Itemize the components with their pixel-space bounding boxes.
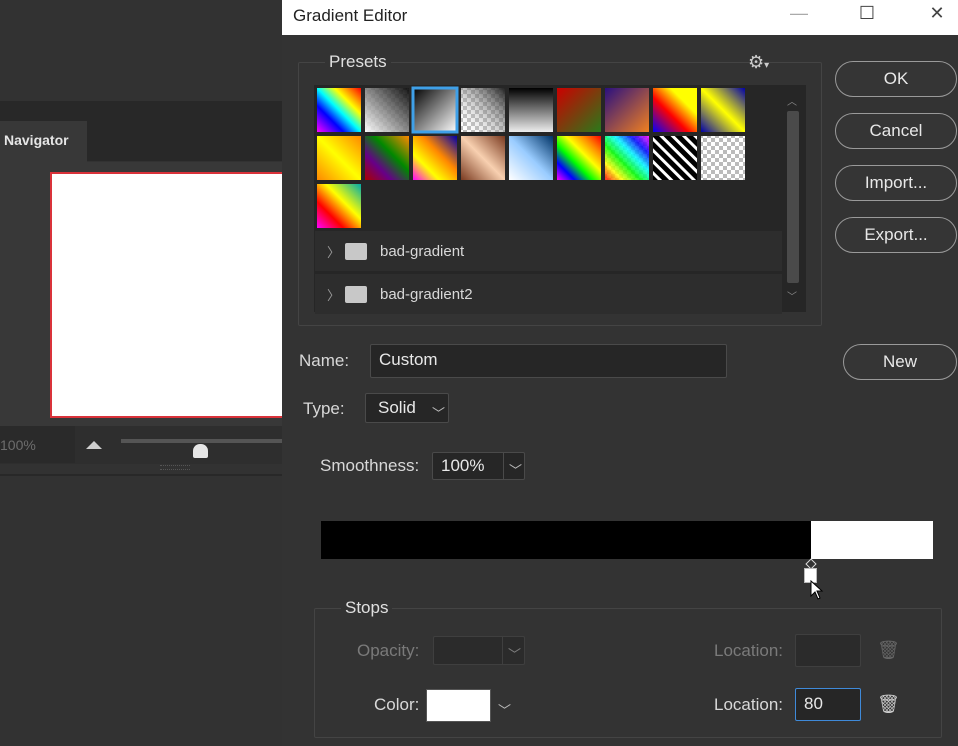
opacity-input[interactable]: ﹀: [433, 636, 525, 665]
folder-icon: [345, 286, 367, 303]
chevron-down-icon[interactable]: ﹀: [498, 700, 511, 719]
preset-swatch[interactable]: [653, 136, 697, 180]
folder-icon: [345, 243, 367, 260]
smoothness-value: 100%: [441, 456, 485, 475]
navigator-tab[interactable]: Navigator: [0, 121, 87, 162]
smoothness-input[interactable]: 100% ﹀: [432, 452, 525, 480]
chevron-right-icon[interactable]: 〉: [327, 242, 340, 261]
opacity-label: Opacity:: [357, 641, 420, 660]
type-value: Solid: [378, 398, 416, 417]
maximize-button[interactable]: ☐: [844, 0, 890, 30]
cursor-icon: [810, 580, 824, 600]
preset-folder[interactable]: 〉 bad-gradient2: [315, 274, 782, 314]
background-app: Navigator 100%: [0, 0, 290, 746]
chevron-down-icon: ﹀: [432, 406, 446, 421]
color-swatch[interactable]: [426, 689, 491, 722]
gradient-color-segment: [321, 521, 811, 559]
preset-swatch[interactable]: [461, 136, 505, 180]
preset-swatch[interactable]: [605, 88, 649, 132]
zoom-out-icon[interactable]: [86, 441, 102, 449]
dialog-title: Gradient Editor: [293, 6, 408, 25]
preset-swatch[interactable]: [365, 136, 409, 180]
zoom-slider-handle[interactable]: [193, 444, 208, 458]
export-button[interactable]: Export...: [835, 217, 957, 253]
name-label: Name:: [299, 351, 350, 370]
preset-swatch[interactable]: [701, 136, 745, 180]
preset-swatch[interactable]: [317, 88, 361, 132]
preset-swatch[interactable]: [557, 88, 601, 132]
close-button[interactable]: ✕: [914, 0, 958, 30]
chevron-down-icon[interactable]: ﹀: [509, 460, 522, 479]
color-label: Color:: [374, 695, 420, 714]
preset-swatch-selected[interactable]: [411, 86, 459, 134]
minimize-button[interactable]: —: [776, 0, 822, 30]
divider: [0, 474, 282, 476]
type-label: Type:: [303, 399, 345, 418]
preset-swatch[interactable]: [509, 136, 553, 180]
name-input[interactable]: Custom: [370, 344, 727, 378]
folder-name: bad-gradient2: [380, 286, 473, 303]
title-bar: Gradient Editor — ☐ ✕: [282, 0, 958, 35]
folder-name: bad-gradient: [380, 243, 465, 260]
type-select[interactable]: Solid ﹀: [365, 393, 449, 423]
gear-icon[interactable]: ⚙▾: [748, 52, 769, 73]
trash-icon[interactable]: 🗑: [877, 694, 900, 715]
preset-swatch[interactable]: [365, 88, 409, 132]
presets-scrollbar[interactable]: ︿ ﹀: [784, 93, 802, 303]
smoothness-label: Smoothness:: [320, 456, 420, 475]
color-location-label: Location:: [714, 695, 783, 714]
chevron-right-icon[interactable]: 〉: [327, 285, 340, 304]
ok-button[interactable]: OK: [835, 61, 957, 97]
preset-swatch[interactable]: [317, 136, 361, 180]
opacity-location-label: Location:: [714, 641, 783, 660]
color-location-input[interactable]: 80: [795, 688, 861, 721]
preset-folder[interactable]: 〉 bad-gradient: [315, 231, 782, 271]
chevron-down-icon[interactable]: ﹀: [508, 644, 521, 663]
preset-swatch[interactable]: [413, 136, 457, 180]
preset-swatch[interactable]: [509, 88, 553, 132]
panel-separator: [0, 101, 282, 121]
stops-label: Stops: [341, 598, 393, 618]
gradient-preview[interactable]: [321, 521, 933, 559]
trash-icon[interactable]: 🗑: [877, 640, 900, 661]
zoom-input[interactable]: 100%: [0, 426, 75, 463]
preset-swatches[interactable]: [315, 86, 785, 236]
gradient-color-segment: [811, 521, 933, 559]
opacity-location-input[interactable]: [795, 634, 861, 667]
resize-grip[interactable]: [160, 465, 190, 470]
preset-swatch[interactable]: [461, 88, 505, 132]
gradient-editor-dialog: Gradient Editor — ☐ ✕ Presets ⚙▾ 〉 bad-g…: [282, 0, 958, 746]
preset-swatch[interactable]: [317, 184, 361, 228]
navigator-preview[interactable]: [50, 172, 290, 418]
import-button[interactable]: Import...: [835, 165, 957, 201]
scrollbar-thumb[interactable]: [787, 111, 799, 283]
new-button[interactable]: New: [843, 344, 957, 380]
preset-swatch[interactable]: [701, 88, 745, 132]
preset-swatch[interactable]: [557, 136, 601, 180]
cancel-button[interactable]: Cancel: [835, 113, 957, 149]
presets-label: Presets: [325, 52, 391, 72]
scroll-down-icon[interactable]: ﹀: [787, 288, 797, 303]
zoom-slider[interactable]: [121, 439, 282, 443]
preset-swatch[interactable]: [605, 136, 649, 180]
scroll-up-icon[interactable]: ︿: [787, 93, 797, 108]
preset-swatch[interactable]: [653, 88, 697, 132]
